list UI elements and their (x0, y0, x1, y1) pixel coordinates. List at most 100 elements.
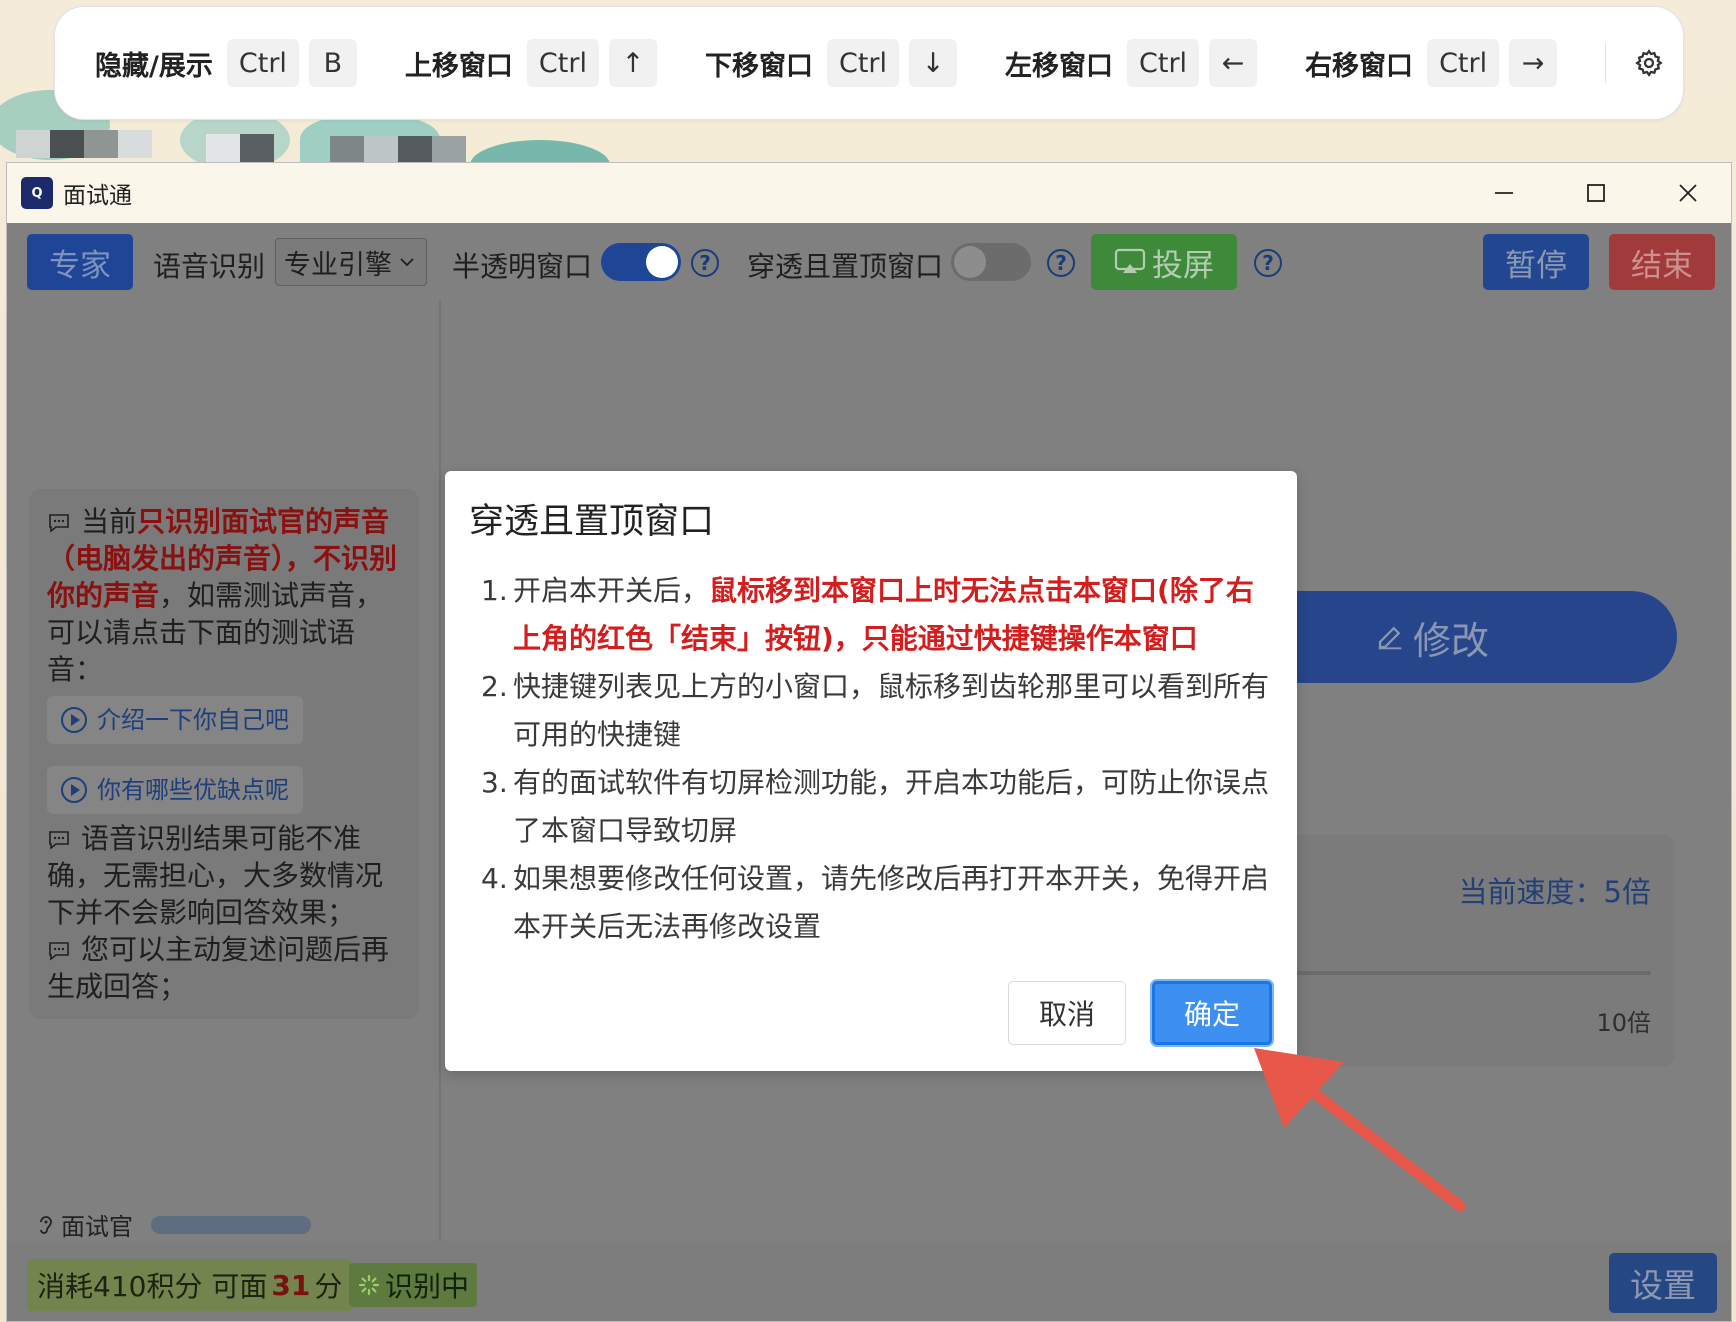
settings-button[interactable]: 设置 (1609, 1253, 1717, 1313)
key-cap: → (1509, 39, 1558, 87)
note-restate: 您可以主动复述问题后再生成回答； (47, 931, 401, 1005)
chat-bubble-icon (49, 831, 69, 850)
key-cap: Ctrl (226, 39, 299, 87)
end-button[interactable]: 结束 (1609, 234, 1715, 290)
note-prefix: 当前 (81, 505, 138, 538)
cast-icon (1114, 248, 1146, 273)
test-phrase-button[interactable]: 介绍一下你自己吧 (47, 696, 303, 744)
key-cap: ← (1209, 39, 1258, 87)
play-icon (61, 707, 87, 733)
ear-icon (40, 1215, 52, 1234)
cancel-button[interactable]: 取消 (1008, 981, 1126, 1045)
key-cap: B (308, 39, 357, 87)
minimize-button[interactable] (1459, 163, 1549, 223)
test-phrase-label: 你有哪些优缺点呢 (97, 775, 289, 804)
chat-bubble-icon (49, 942, 69, 961)
dialog-instructions: 1. 开启本开关后，鼠标移到本窗口上时无法点击本窗口(除了右上角的红色「结束」按… (481, 567, 1271, 951)
speech-recognition-label: 语音识别 (153, 250, 266, 283)
instruction-item: 1. 开启本开关后，鼠标移到本窗口上时无法点击本窗口(除了右上角的红色「结束」按… (481, 567, 1271, 663)
chevron-down-icon (400, 258, 414, 267)
help-icon[interactable]: ? (691, 249, 719, 277)
test-phrase-label: 介绍一下你自己吧 (97, 705, 289, 734)
chat-bubble-icon (49, 514, 69, 533)
edit-label: 修改 (1412, 618, 1489, 663)
shortcut-move-down: 下移窗口 Ctrl ↓ (705, 39, 967, 87)
info-card: 当前只识别面试官的声音（电脑发出的声音），不识别你的声音，如需测试声音，可以请点… (29, 489, 419, 1019)
app-logo: Q (21, 177, 53, 209)
points-badge: 消耗410积分 可面 31 分 (27, 1259, 353, 1311)
item-text: 如果想要修改任何设置，请先修改后再打开本开关，免得开启本开关后无法再修改设置 (513, 862, 1270, 943)
current-speed: 当前速度：5倍 (1458, 875, 1651, 909)
loading-spinner-icon (358, 1274, 380, 1296)
key-cap: ↓ (909, 39, 958, 87)
speed-max-label: 10倍 (1596, 1009, 1651, 1037)
dialog-title: 穿透且置顶窗口 (469, 502, 715, 542)
note-recognition-scope: 当前只识别面试官的声音（电脑发出的声音），不识别你的声音，如需测试声音，可以请点… (47, 503, 401, 688)
cast-screen-button[interactable]: 投屏 (1091, 234, 1237, 290)
translucent-toggle[interactable] (601, 243, 681, 281)
note-text: 语音识别结果可能不准确，无需担心，大多数情况下并不会影响回答效果； (47, 822, 384, 929)
annotation-arrow-icon (1254, 1048, 1466, 1212)
help-icon[interactable]: ? (1254, 249, 1282, 277)
interviewer-level: 面试官 (37, 1207, 311, 1242)
engine-value: 专业引擎 (284, 249, 392, 281)
cast-label: 投屏 (1152, 247, 1214, 284)
shortcut-label: 隐藏/展示 (95, 50, 213, 82)
shortcut-move-left: 左移窗口 Ctrl ← (1005, 39, 1267, 87)
note-text: 您可以主动复述问题后再生成回答； (47, 933, 390, 1003)
background-mosaic (330, 136, 466, 164)
item-number: 2. (481, 670, 508, 703)
window-title: 面试通 (63, 183, 132, 209)
key-cap: ↑ (608, 39, 657, 87)
play-icon (61, 777, 87, 803)
shortcut-label: 左移窗口 (1005, 50, 1114, 82)
shortcut-move-up: 上移窗口 Ctrl ↑ (405, 39, 667, 87)
recognizing-badge: 识别中 (349, 1263, 478, 1307)
item-number: 1. (481, 574, 508, 607)
shortcut-label: 下移窗口 (704, 50, 813, 82)
passthrough-confirm-dialog: 穿透且置顶窗口 1. 开启本开关后，鼠标移到本窗口上时无法点击本窗口(除了右上角… (445, 471, 1297, 1071)
panel-divider (439, 301, 441, 1241)
help-icon[interactable]: ? (1047, 249, 1075, 277)
key-cap: Ctrl (1427, 39, 1500, 87)
translucent-label: 半透明窗口 (452, 250, 593, 283)
note-accuracy: 语音识别结果可能不准确，无需担心，大多数情况下并不会影响回答效果； (47, 820, 401, 931)
expert-button[interactable]: 专家 (27, 234, 133, 290)
shortcut-label: 右移窗口 (1305, 50, 1414, 82)
gear-icon[interactable] (1632, 46, 1666, 80)
engine-select[interactable]: 专业引擎 (275, 238, 427, 286)
instruction-item: 2. 快捷键列表见上方的小窗口，鼠标移到齿轮那里可以看到所有可用的快捷键 (481, 663, 1271, 759)
item-text: 开启本开关后， (513, 574, 710, 607)
maximize-button[interactable] (1551, 163, 1641, 223)
recognizing-label: 识别中 (385, 1270, 470, 1303)
key-cap: Ctrl (1127, 39, 1200, 87)
interviewer-label: 面试官 (61, 1213, 133, 1241)
test-phrase-button[interactable]: 你有哪些优缺点呢 (47, 766, 303, 814)
item-text: 快捷键列表见上方的小窗口，鼠标移到齿轮那里可以看到所有可用的快捷键 (513, 670, 1270, 751)
minimize-icon (1495, 192, 1513, 194)
audio-level-bar (151, 1215, 311, 1234)
maximize-icon (1587, 184, 1605, 202)
passthrough-label: 穿透且置顶窗口 (747, 250, 944, 283)
instruction-item: 4. 如果想要修改任何设置，请先修改后再打开本开关，免得开启本开关后无法再修改设… (481, 855, 1271, 951)
passthrough-toggle[interactable] (951, 243, 1031, 281)
background-mosaic (206, 134, 274, 162)
shortcut-move-right: 右移窗口 Ctrl → (1305, 39, 1567, 87)
key-cap: Ctrl (526, 39, 599, 87)
shortcut-hide-show: 隐藏/展示 Ctrl B (95, 39, 367, 87)
toggle-knob (646, 246, 678, 278)
points-prefix: 消耗410积分 可面 (37, 1270, 268, 1303)
close-window-button[interactable] (1643, 163, 1731, 223)
instruction-item: 3. 有的面试软件有切屏检测功能，开启本功能后，可防止你误点了本窗口导致切屏 (481, 759, 1271, 855)
item-number: 3. (481, 766, 508, 799)
edit-icon (1378, 626, 1402, 650)
item-number: 4. (481, 862, 508, 895)
title-bar: Q 面试通 (7, 163, 1731, 223)
background-mosaic (16, 130, 152, 158)
shortcut-label: 上移窗口 (404, 50, 513, 82)
shortcut-toolbar: 隐藏/展示 Ctrl B 上移窗口 Ctrl ↑ 下移窗口 Ctrl ↓ 左移窗… (54, 6, 1684, 120)
pause-button[interactable]: 暂停 (1483, 234, 1589, 290)
toggle-knob (954, 246, 986, 278)
confirm-button[interactable]: 确定 (1152, 981, 1272, 1045)
close-icon (1679, 184, 1697, 202)
